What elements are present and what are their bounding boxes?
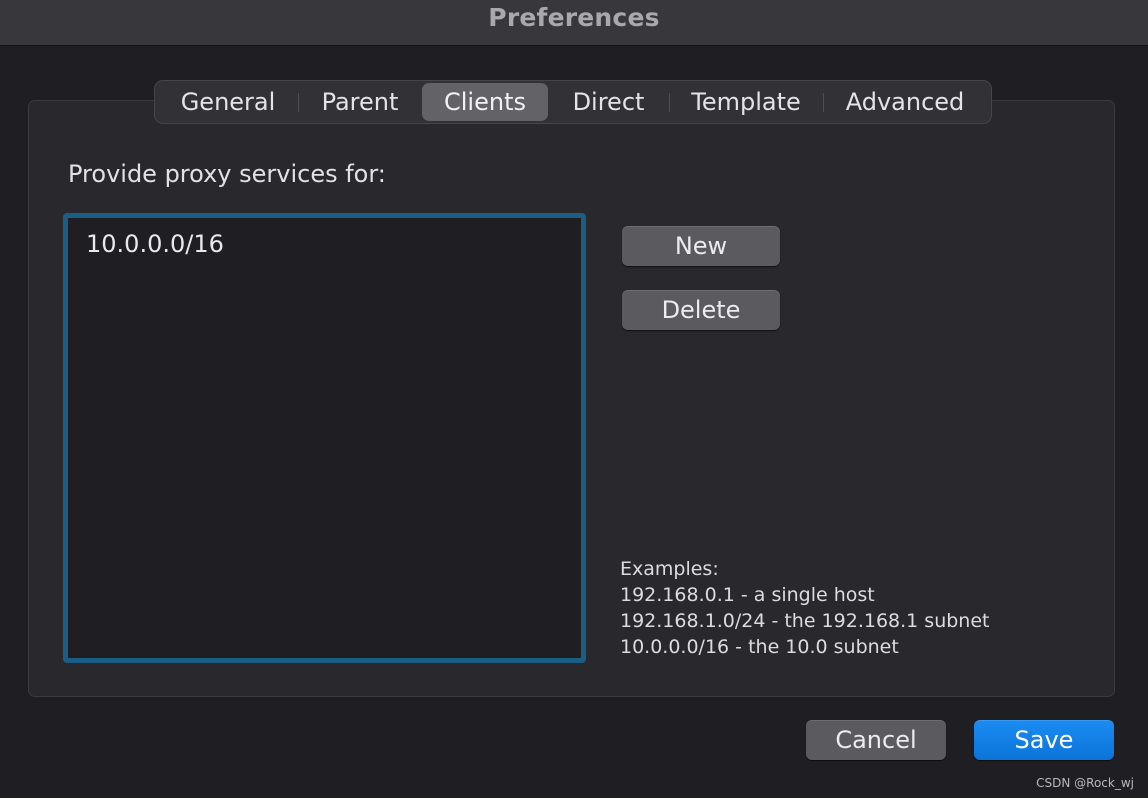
tab-direct[interactable]: Direct (548, 83, 670, 121)
example-line: 10.0.0.0/16 - the 10.0 subnet (620, 636, 899, 658)
tab-general[interactable]: General (158, 83, 299, 121)
tab-clients[interactable]: Clients (422, 83, 548, 121)
tab-template[interactable]: Template (669, 83, 824, 121)
examples-heading: Examples: (620, 558, 719, 580)
watermark-text: CSDN @Rock_wj (1036, 776, 1134, 790)
title-bar[interactable]: Preferences (0, 0, 1148, 46)
examples-help-text: Examples: 192.168.0.1 - a single host 19… (620, 556, 989, 660)
save-button[interactable]: Save (974, 720, 1114, 760)
clients-list[interactable]: 10.0.0.0/16 (63, 213, 586, 663)
clients-section-label: Provide proxy services for: (68, 160, 386, 188)
tab-label: General (180, 88, 276, 116)
tab-label: Parent (321, 88, 399, 116)
new-button[interactable]: New (622, 226, 780, 266)
cancel-button[interactable]: Cancel (806, 720, 946, 760)
tab-bar: General Parent Clients Direct Template A… (154, 80, 992, 124)
list-item[interactable]: 10.0.0.0/16 (86, 228, 581, 260)
delete-button[interactable]: Delete (622, 290, 780, 330)
tab-parent[interactable]: Parent (298, 83, 422, 121)
tab-label: Advanced (845, 88, 965, 116)
window-title: Preferences (488, 3, 660, 32)
example-line: 192.168.1.0/24 - the 192.168.1 subnet (620, 610, 990, 632)
example-line: 192.168.0.1 - a single host (620, 584, 875, 606)
tab-label: Clients (444, 88, 526, 116)
preferences-window: Preferences General Parent Clients Direc… (0, 0, 1148, 798)
tab-label: Direct (572, 88, 645, 116)
tab-advanced[interactable]: Advanced (823, 83, 987, 121)
tab-label: Template (691, 88, 801, 116)
